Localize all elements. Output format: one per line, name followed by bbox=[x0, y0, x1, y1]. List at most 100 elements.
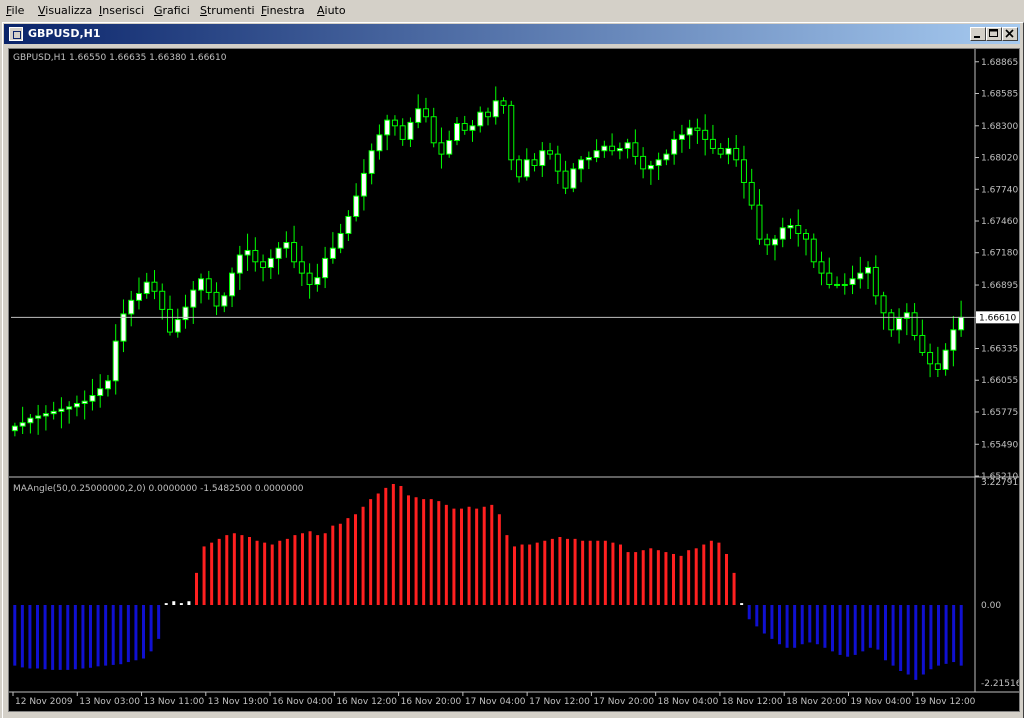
candle-body bbox=[872, 266, 879, 297]
candle-body bbox=[554, 153, 561, 172]
maximize-button[interactable] bbox=[986, 27, 1002, 41]
menu-aiuto[interactable]: Aiuto bbox=[317, 4, 346, 17]
candle-body bbox=[717, 147, 724, 155]
menu-bar: File Visualizza Inserisci Grafici Strumenti F… bbox=[0, 0, 1024, 20]
candle-body bbox=[422, 108, 429, 118]
candle-body bbox=[345, 215, 352, 234]
candle-body bbox=[950, 329, 957, 351]
candle-body bbox=[50, 410, 57, 415]
candle-body bbox=[694, 127, 701, 131]
price-tick-label: 1.67740 bbox=[981, 185, 1018, 195]
candle-body bbox=[686, 127, 693, 136]
minimize-button[interactable] bbox=[970, 27, 986, 41]
menu-finestra[interactable]: Finestra bbox=[261, 4, 305, 17]
candle-body bbox=[353, 195, 360, 217]
candle-body bbox=[663, 153, 670, 161]
candle-body bbox=[42, 413, 49, 417]
candle-body bbox=[655, 159, 662, 166]
candle-body bbox=[453, 123, 460, 142]
candle-body bbox=[787, 225, 794, 229]
candle-body bbox=[593, 150, 600, 159]
price-tick-label: 1.66055 bbox=[981, 376, 1018, 386]
price-tick-label: 1.68585 bbox=[981, 90, 1018, 100]
candle-body bbox=[849, 278, 856, 285]
price-tick-label: 1.68865 bbox=[981, 58, 1018, 68]
candle-body bbox=[888, 312, 895, 331]
candle-body bbox=[221, 295, 228, 307]
price-tick-label: 1.67180 bbox=[981, 249, 1018, 259]
candle-body bbox=[601, 145, 608, 152]
close-icon bbox=[1005, 29, 1014, 38]
candle-body bbox=[640, 155, 647, 170]
candle-body bbox=[275, 247, 282, 259]
candle-body bbox=[329, 247, 336, 259]
candle-body bbox=[740, 159, 747, 183]
candle-body bbox=[865, 266, 872, 274]
candle-body bbox=[756, 204, 763, 240]
price-tick-label: 1.67460 bbox=[981, 217, 1018, 227]
candle-body bbox=[66, 406, 73, 410]
close-button[interactable] bbox=[1002, 27, 1018, 41]
menu-strumenti[interactable]: Strumenti bbox=[200, 4, 255, 17]
candle-body bbox=[803, 232, 809, 240]
indicator-tick-label: 0.00 bbox=[981, 601, 1001, 611]
candle-body bbox=[539, 150, 546, 166]
price-chart[interactable]: 1.68865 1.68585 1.68300 1.68020 1.67740 1.674… bbox=[9, 49, 1020, 712]
candle-body bbox=[11, 425, 18, 432]
candle-body bbox=[229, 272, 236, 297]
candle-body bbox=[585, 157, 592, 161]
candle-body bbox=[415, 108, 422, 123]
indicator-tick-label: 3.227912 bbox=[981, 478, 1020, 488]
menu-file[interactable]: File bbox=[6, 4, 24, 17]
candle-body bbox=[322, 257, 329, 279]
title-bar[interactable]: GBPUSD,H1 bbox=[4, 24, 1020, 44]
candle-body bbox=[174, 319, 181, 333]
time-axis-label: 13 Nov 03:00 bbox=[79, 697, 140, 707]
candle-body bbox=[430, 116, 437, 144]
time-axis-label: 17 Nov 12:00 bbox=[529, 697, 590, 707]
chart-window-icon bbox=[9, 27, 23, 41]
candle-body bbox=[399, 125, 406, 140]
candle-body bbox=[438, 142, 445, 155]
candle-body bbox=[508, 104, 515, 161]
candle-body bbox=[97, 388, 104, 397]
candle-body bbox=[671, 138, 678, 155]
candle-body bbox=[135, 293, 142, 301]
candle-body bbox=[58, 408, 65, 412]
candle-body bbox=[934, 363, 941, 370]
candle-body bbox=[252, 249, 259, 263]
chart-area[interactable]: 1.68865 1.68585 1.68300 1.68020 1.67740 1.674… bbox=[8, 48, 1020, 712]
menu-grafici[interactable]: Grafici bbox=[154, 4, 190, 17]
minimize-icon bbox=[974, 36, 980, 38]
candle-body bbox=[547, 150, 554, 155]
indicator-tick-label: -2.21516 bbox=[981, 679, 1020, 689]
candle-body bbox=[89, 395, 96, 402]
candle-body bbox=[104, 380, 111, 390]
candle-body bbox=[368, 150, 375, 174]
candle-body bbox=[190, 289, 197, 308]
candle-body bbox=[159, 290, 166, 310]
menu-visualizza[interactable]: Visualizza bbox=[38, 4, 92, 17]
candle-body bbox=[360, 172, 367, 197]
current-price-label: 1.66610 bbox=[979, 313, 1016, 323]
candle-body bbox=[764, 238, 771, 246]
time-axis-label: 16 Nov 20:00 bbox=[401, 697, 462, 707]
candle-body bbox=[384, 119, 391, 136]
candle-body bbox=[298, 261, 305, 274]
time-axis-label: 16 Nov 04:00 bbox=[272, 697, 333, 707]
candle-body bbox=[112, 340, 119, 382]
candle-body bbox=[19, 422, 26, 427]
candle-body bbox=[205, 278, 212, 293]
candle-body bbox=[151, 281, 158, 292]
candle-body bbox=[407, 121, 414, 140]
candle-body bbox=[810, 238, 817, 263]
candle-body bbox=[27, 417, 34, 424]
candle-body bbox=[314, 277, 321, 285]
time-axis-label: 19 Nov 04:00 bbox=[850, 697, 911, 707]
candle-body bbox=[771, 238, 778, 246]
candle-body bbox=[198, 278, 205, 291]
menu-inserisci[interactable]: Inserisci bbox=[99, 4, 144, 17]
candle-body bbox=[725, 147, 732, 155]
candle-body bbox=[818, 261, 825, 274]
candle-body bbox=[616, 147, 623, 152]
